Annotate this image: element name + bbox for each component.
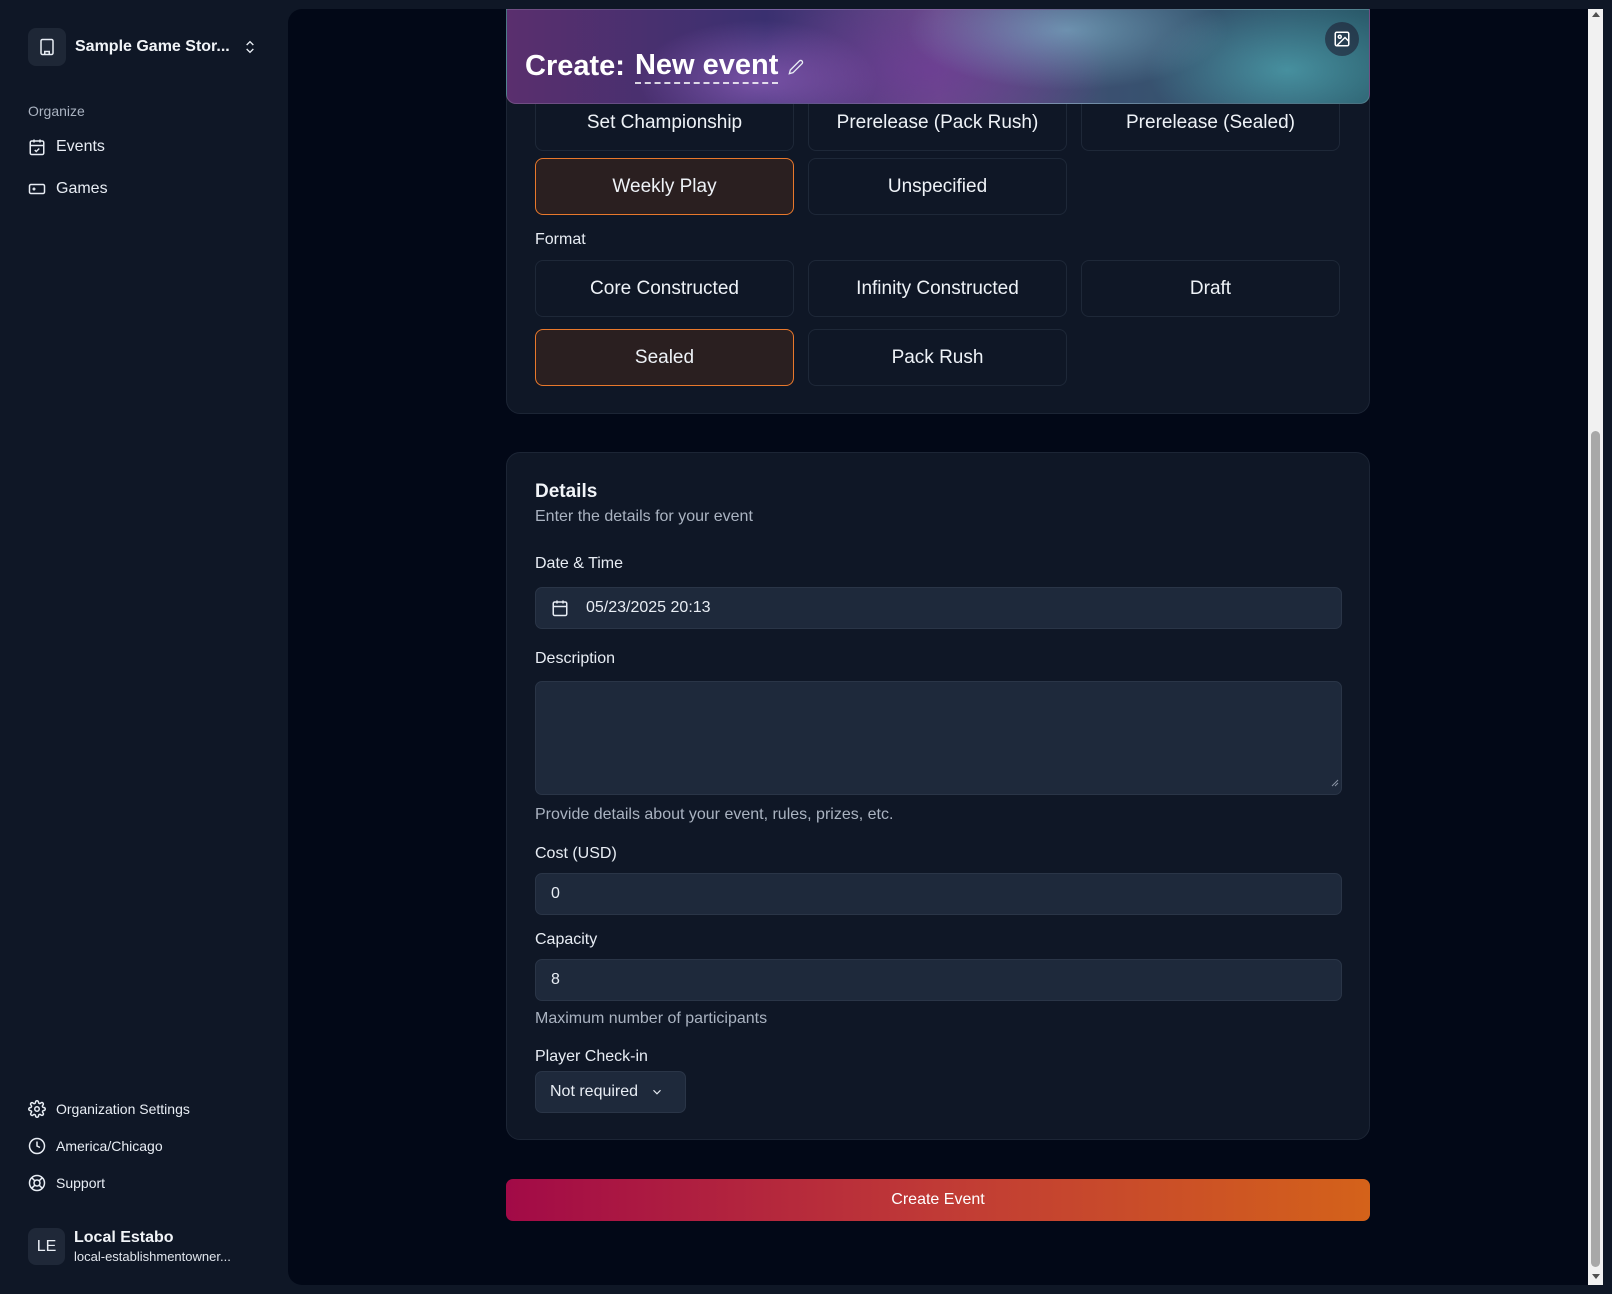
- description-hint: Provide details about your event, rules,…: [535, 806, 894, 823]
- sidebar-item-games[interactable]: Games: [28, 180, 108, 198]
- sidebar-item-label: Games: [56, 180, 108, 197]
- page-title-prefix: Create:: [525, 49, 625, 82]
- pencil-icon[interactable]: [788, 50, 804, 83]
- calendar-icon: [552, 600, 568, 617]
- capacity-hint: Maximum number of participants: [535, 1010, 768, 1027]
- details-subtitle: Enter the details for your event: [535, 508, 753, 525]
- description-label: Description: [535, 650, 616, 667]
- scroll-up-arrow-icon[interactable]: [1591, 12, 1600, 17]
- scrollbar[interactable]: [1588, 9, 1603, 1285]
- store-switcher[interactable]: Sample Game Stor...: [28, 28, 254, 66]
- cost-input[interactable]: 0: [535, 873, 1342, 915]
- scrollbar-thumb[interactable]: [1591, 431, 1600, 1267]
- event-type-option-selected[interactable]: Weekly Play: [535, 158, 794, 215]
- capacity-input[interactable]: 8: [535, 959, 1342, 1001]
- format-option[interactable]: Pack Rush: [808, 329, 1067, 386]
- avatar: LE: [28, 1228, 65, 1265]
- section-label-organize: Organize: [28, 103, 85, 119]
- calendar-icon: [29, 139, 45, 156]
- format-option[interactable]: Core Constructed: [535, 260, 794, 317]
- sidebar-item-label: Organization Settings: [56, 1101, 190, 1117]
- sidebar-item-label: Events: [56, 138, 105, 155]
- details-card: Details Enter the details for your event…: [506, 452, 1370, 1140]
- format-option[interactable]: Infinity Constructed: [808, 260, 1067, 317]
- image-icon: [1334, 31, 1350, 47]
- resize-handle-icon[interactable]: [1329, 774, 1339, 792]
- user-menu[interactable]: LE Local Estabo local-establishmentowner…: [28, 1228, 231, 1265]
- format-option[interactable]: Draft: [1081, 260, 1340, 317]
- player-checkin-label: Player Check-in: [535, 1048, 648, 1065]
- sidebar-item-events[interactable]: Events: [28, 138, 105, 156]
- capacity-label: Capacity: [535, 931, 598, 948]
- store-name: Sample Game Stor...: [75, 38, 230, 55]
- scroll-down-arrow-icon[interactable]: [1591, 1274, 1600, 1279]
- main-content: Set Championship Prerelease (Pack Rush) …: [288, 9, 1588, 1285]
- format-option-selected[interactable]: Sealed: [535, 329, 794, 386]
- change-image-button[interactable]: [1325, 22, 1359, 56]
- sidebar-item-organization-settings[interactable]: Organization Settings: [28, 1100, 190, 1118]
- user-email: local-establishmentowner...: [74, 1249, 231, 1264]
- event-header-banner: Create: New event: [506, 9, 1370, 104]
- chevron-down-icon: [653, 1089, 661, 1095]
- player-checkin-select[interactable]: Not required: [535, 1071, 686, 1113]
- clock-icon: [28, 1137, 46, 1155]
- format-label: Format: [535, 231, 586, 248]
- sidebar-item-support[interactable]: Support: [28, 1174, 105, 1192]
- page-title: Create: New event: [525, 48, 804, 84]
- user-name: Local Estabo: [74, 1229, 174, 1246]
- sidebar: Sample Game Stor... Organize Events Game…: [0, 0, 288, 1294]
- event-name-editable[interactable]: New event: [634, 48, 779, 84]
- date-time-value: 05/23/2025 20:13: [586, 599, 711, 616]
- gamepad-icon: [28, 183, 46, 195]
- chevrons-up-down-icon: [242, 37, 258, 62]
- player-checkin-value: Not required: [550, 1083, 639, 1100]
- sidebar-item-label: America/Chicago: [56, 1138, 163, 1154]
- event-type-option[interactable]: Unspecified: [808, 158, 1067, 215]
- gear-icon: [28, 1100, 46, 1118]
- description-textarea[interactable]: [535, 681, 1342, 795]
- sidebar-item-timezone[interactable]: America/Chicago: [28, 1137, 163, 1155]
- date-time-input[interactable]: 05/23/2025 20:13: [535, 587, 1342, 629]
- cost-label: Cost (USD): [535, 845, 617, 862]
- details-title: Details: [535, 481, 598, 502]
- building-icon: [28, 28, 66, 66]
- create-event-button[interactable]: Create Event: [506, 1179, 1370, 1221]
- lifebuoy-icon: [28, 1174, 46, 1192]
- date-time-label: Date & Time: [535, 555, 624, 572]
- sidebar-item-label: Support: [56, 1175, 106, 1191]
